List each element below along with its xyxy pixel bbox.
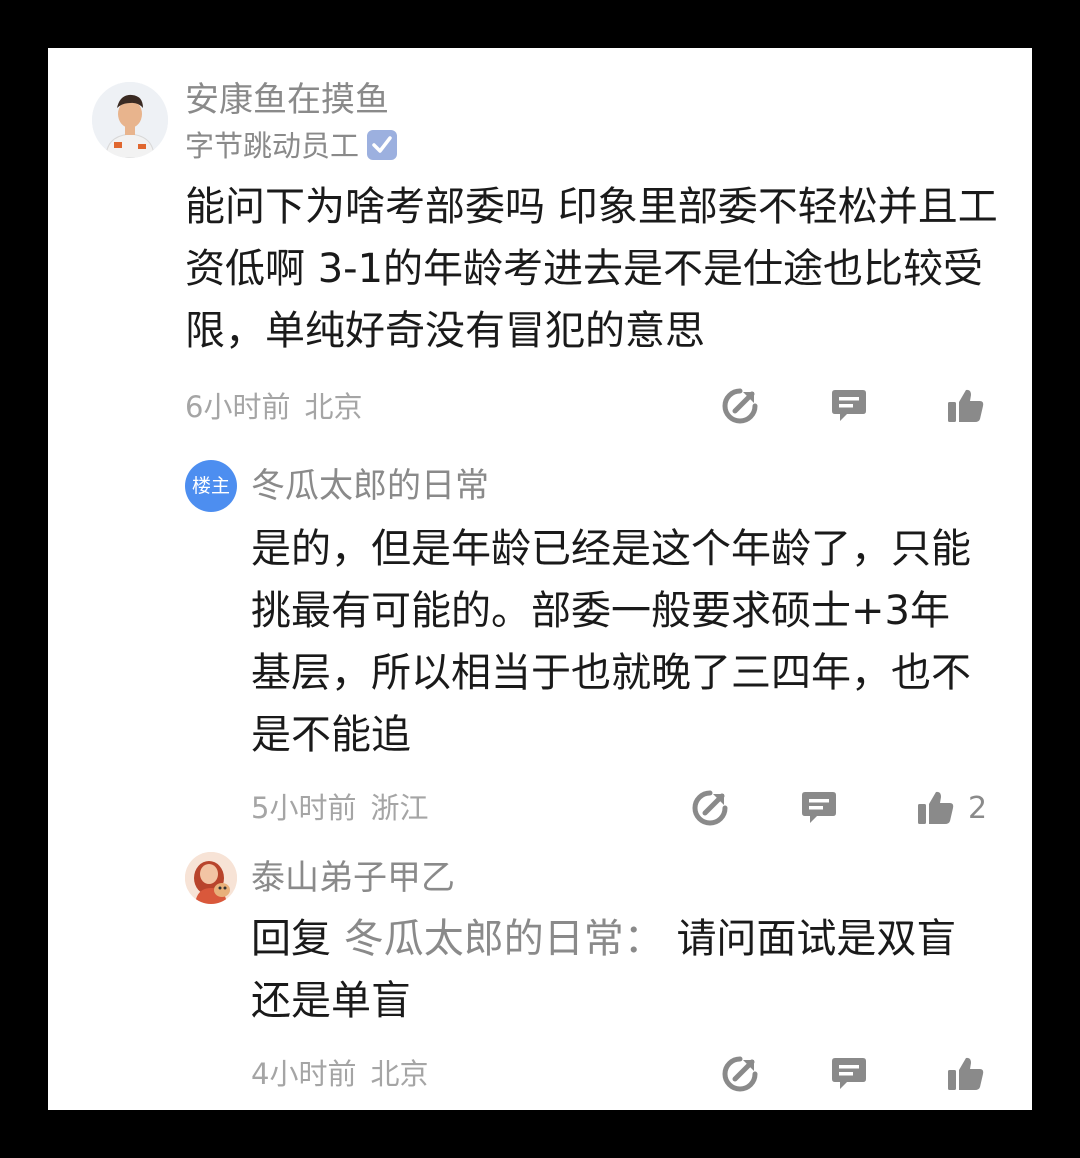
comment-location: 北京 (304, 390, 363, 424)
share-icon[interactable] (720, 1054, 760, 1094)
like-icon[interactable] (946, 1054, 986, 1094)
like-icon[interactable] (946, 386, 986, 426)
comment-icon[interactable] (829, 386, 869, 426)
reply-to-user[interactable]: 冬瓜太郎的日常： (344, 916, 664, 962)
like-count: 2 (968, 791, 988, 826)
reply-time: 5小时前 (251, 791, 357, 825)
comment-time: 6小时前 (185, 390, 291, 424)
share-icon[interactable] (690, 788, 730, 828)
reply-text: 是的，但是年龄已经是这个年龄了，只能挑最有可能的。部委一般要求硕士+3年基层，所… (251, 526, 971, 758)
like-icon[interactable] (916, 788, 956, 828)
op-badge: 楼主 (185, 460, 237, 512)
comment-icon[interactable] (799, 788, 839, 828)
avatar[interactable] (92, 82, 168, 158)
share-icon[interactable] (720, 386, 760, 426)
comment-card: 安康鱼在摸鱼 字节跳动员工 能问下为啥考部委吗 印象里部委不轻松并且工资低啊 3… (48, 48, 1032, 1110)
reply-text: 回复 冬瓜太郎的日常： 请问面试是双盲还是单盲 (251, 908, 991, 1032)
comment-icon[interactable] (829, 1054, 869, 1094)
comment-author[interactable]: 安康鱼在摸鱼 (185, 80, 389, 120)
reply-location: 浙江 (370, 791, 429, 825)
reply-author[interactable]: 冬瓜太郎的日常 (251, 466, 489, 506)
comment-author-title: 字节跳动员工 (185, 128, 398, 164)
reply-time: 4小时前 (251, 1057, 357, 1091)
reply-location: 北京 (370, 1057, 429, 1091)
author-title-text: 字节跳动员工 (185, 129, 360, 163)
reply-meta: 5小时前 浙江 (251, 790, 428, 826)
avatar[interactable] (185, 852, 237, 904)
reply-prefix: 回复 (251, 916, 344, 962)
verified-check-icon (367, 130, 398, 160)
comment-text: 能问下为啥考部委吗 印象里部委不轻松并且工资低啊 3-1的年龄考进去是不是仕途也… (185, 184, 998, 354)
reply-author[interactable]: 泰山弟子甲乙 (251, 858, 455, 898)
reply-meta: 4小时前 北京 (251, 1056, 428, 1092)
comment-meta: 6小时前 北京 (185, 389, 362, 425)
